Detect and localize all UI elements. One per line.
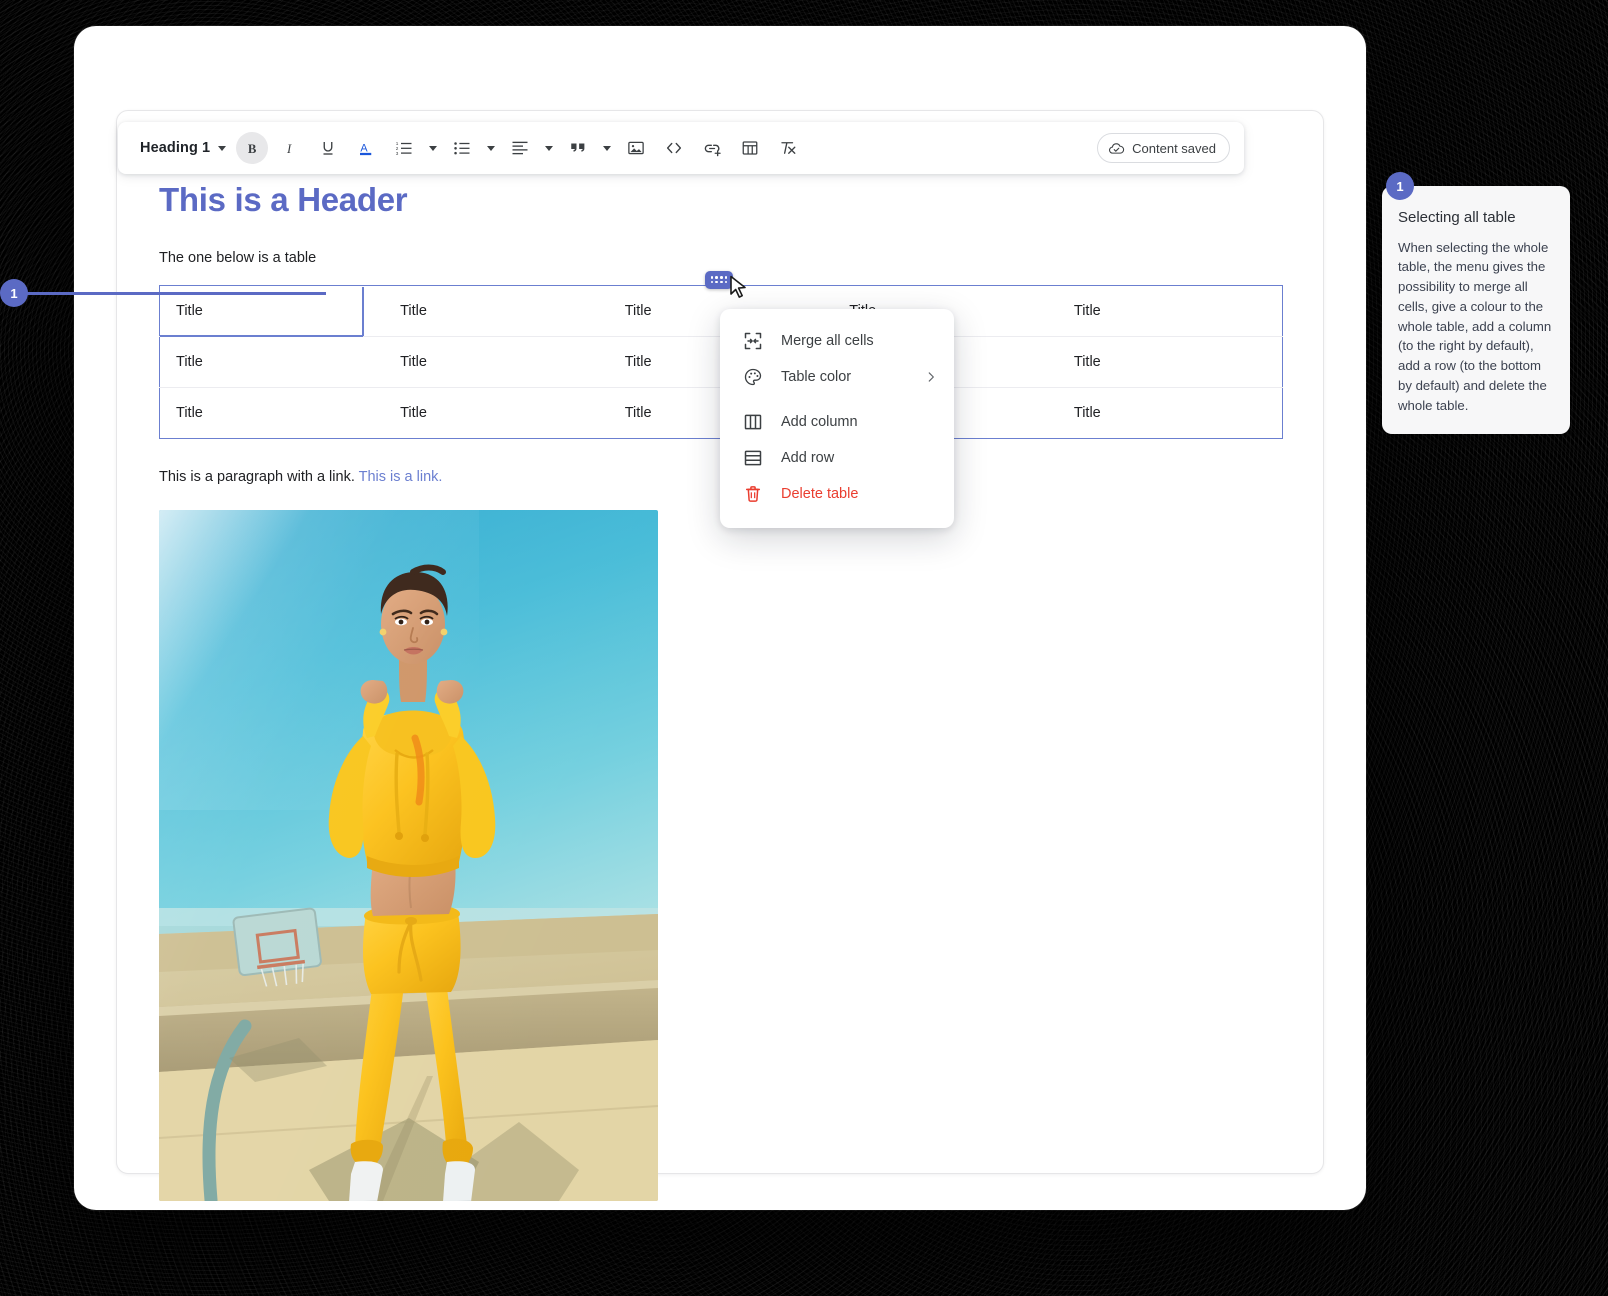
align-button[interactable] [504, 132, 536, 164]
clear-format-button[interactable] [772, 132, 804, 164]
content-saved-label: Content saved [1132, 140, 1216, 156]
cloud-check-icon [1109, 142, 1125, 154]
table-context-menu: Merge all cells Table color Add column A… [720, 308, 954, 528]
screenshot-stage: Heading 1 B I A 1 2 3 Content saved This… [0, 0, 1608, 1296]
table-cell[interactable]: Title [384, 336, 609, 388]
code-block-button[interactable] [658, 132, 690, 164]
ordered-list-icon: 1 2 3 [396, 141, 412, 156]
context-menu-item-delete-table[interactable]: Delete table [720, 476, 954, 512]
paragraph-style-dropdown[interactable]: Heading 1 [132, 136, 232, 160]
context-menu-item-label: Add column [781, 413, 858, 430]
app-window: Heading 1 B I A 1 2 3 Content saved This… [74, 26, 1366, 1210]
context-menu-item-table-color[interactable]: Table color [720, 359, 954, 395]
quote-options-button[interactable] [598, 132, 616, 164]
document-body: This is a Header The one below is a tabl… [117, 175, 1323, 1202]
bullet-list-icon [454, 142, 470, 155]
underline-icon [323, 142, 333, 155]
cell-selection-underline [160, 334, 363, 337]
svg-text:3: 3 [396, 151, 399, 156]
table-drag-handle[interactable] [705, 270, 733, 289]
context-menu-item-label: Add row [781, 449, 835, 466]
table-cell[interactable]: Title [160, 387, 385, 438]
context-menu-item-label: Merge all cells [781, 332, 874, 349]
context-menu-gap [720, 395, 954, 404]
annotation-card-title: Selecting all table [1398, 209, 1516, 226]
table-cell[interactable]: Title [1057, 285, 1283, 337]
svg-text:I: I [286, 141, 292, 155]
content-saved-badge[interactable]: Content saved [1097, 133, 1230, 163]
annotation-connector-line [26, 291, 326, 295]
palette-icon [742, 366, 763, 387]
context-menu-item-add-row[interactable]: Add row [720, 440, 954, 476]
paragraph-style-label: Heading 1 [140, 140, 211, 156]
italic-icon: I [286, 141, 292, 155]
blockquote-icon [571, 143, 585, 152]
clear-formatting-icon [781, 142, 796, 154]
svg-text:B: B [248, 141, 257, 155]
table-cell[interactable]: Title [159, 336, 385, 388]
editor-card: Heading 1 B I A 1 2 3 Content saved This… [116, 110, 1324, 1202]
chevron-down-icon [487, 145, 496, 151]
drag-handle-icon [710, 276, 728, 284]
chevron-down-icon [218, 145, 227, 151]
document-image[interactable] [159, 510, 658, 1202]
add-row-icon [742, 447, 763, 468]
bold-icon: B [248, 141, 257, 155]
table-icon [742, 141, 758, 155]
inline-link[interactable]: This is a link. [359, 469, 443, 485]
bold-button[interactable]: B [236, 132, 269, 164]
ordered-list-button[interactable]: 1 2 3 [388, 132, 420, 164]
annotation-card: 1 Selecting all table When selecting the… [1382, 172, 1570, 434]
basketball-court-photo [159, 510, 658, 1202]
italic-button[interactable]: I [274, 132, 306, 164]
page-title: This is a Header [159, 181, 408, 218]
column-resize-handle[interactable] [362, 286, 364, 336]
context-menu-item-label: Table color [781, 368, 852, 385]
context-menu-item-label: Delete table [781, 485, 859, 502]
add-column-icon [742, 411, 763, 432]
svg-text:A: A [361, 142, 369, 154]
insert-image-button[interactable] [620, 132, 652, 164]
link-add-icon [704, 144, 721, 156]
align-options-button[interactable] [540, 132, 558, 164]
annotation-marker-1[interactable]: 1 [0, 279, 326, 307]
table-container: Title Title Title Title Title Title Titl… [159, 270, 1283, 528]
table-cell[interactable]: Title [1057, 336, 1283, 388]
chevron-down-icon [603, 145, 612, 151]
chevron-down-icon [429, 145, 438, 151]
context-menu-item-merge-all-cells[interactable]: Merge all cells [720, 323, 954, 359]
bullet-list-options-button[interactable] [482, 132, 500, 164]
code-icon [667, 142, 682, 154]
annotation-card-badge: 1 [1386, 172, 1414, 200]
quote-button[interactable] [562, 132, 594, 164]
bullet-list-button[interactable] [446, 132, 478, 164]
insert-link-button[interactable] [696, 132, 728, 164]
insert-table-button[interactable] [734, 132, 766, 164]
link-paragraph-text: This is a paragraph with a link. [159, 468, 355, 485]
intro-paragraph: The one below is a table [159, 249, 317, 266]
image-icon [628, 141, 644, 155]
table-cell[interactable]: Title [384, 387, 609, 438]
table-cell[interactable]: Title [1058, 387, 1283, 438]
annotation-card-body: When selecting the whole table, the menu… [1398, 239, 1552, 413]
chevron-right-icon [924, 370, 938, 384]
merge-cells-icon [742, 330, 763, 351]
annotation-badge-number: 1 [0, 279, 28, 307]
trash-icon [742, 483, 763, 504]
underline-button[interactable] [312, 132, 344, 164]
ordered-list-options-button[interactable] [424, 132, 442, 164]
chevron-down-icon [545, 145, 554, 151]
align-left-icon [512, 141, 528, 155]
text-color-button[interactable]: A [350, 132, 382, 164]
editor-toolbar: Heading 1 B I A 1 2 3 Content saved [118, 122, 1244, 174]
text-color-icon: A [360, 142, 372, 156]
context-menu-item-add-column[interactable]: Add column [720, 404, 954, 440]
table-cell[interactable]: Title [384, 285, 609, 337]
